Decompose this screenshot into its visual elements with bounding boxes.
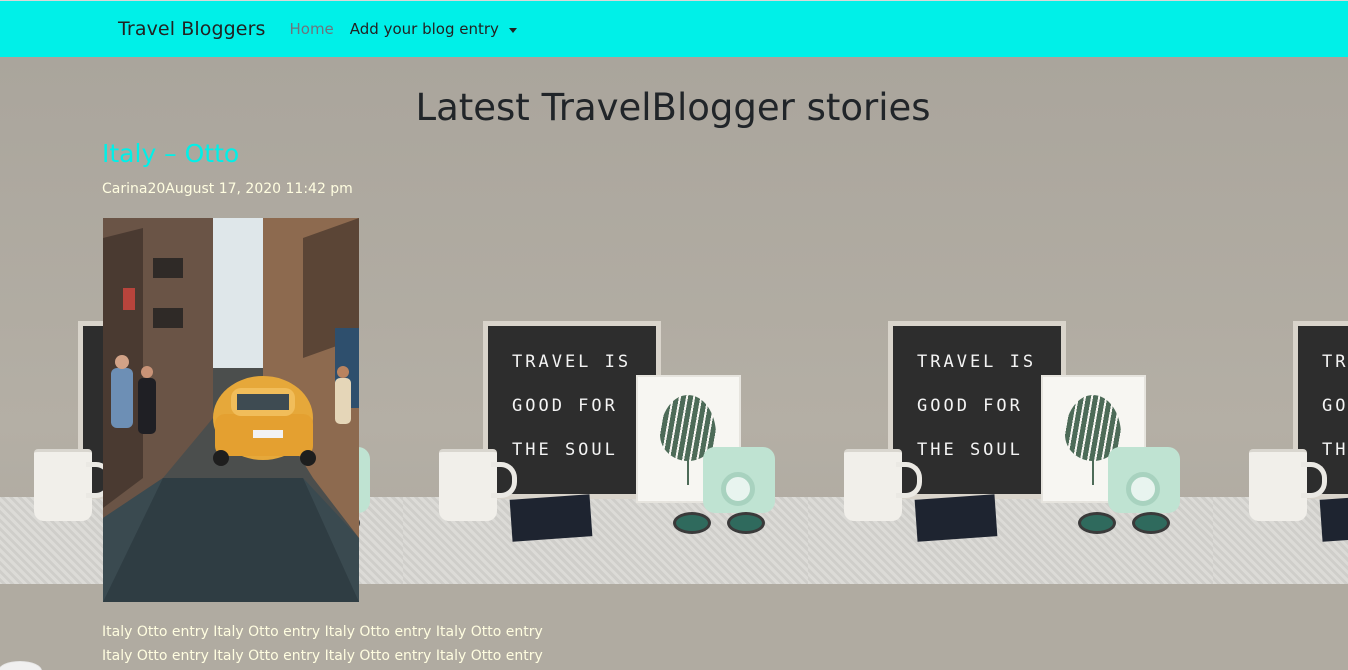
letter-board-line: GOOD FOR [1322,396,1348,416]
italy-street-photo [103,218,359,602]
sunglasses [1078,512,1174,534]
letter-board-line: TRAVEL IS [512,352,632,372]
floor [808,584,1213,670]
add-blog-entry-dropdown[interactable]: Add your blog entry [350,20,517,38]
post-body-line: Italy Otto entry Italy Otto entry Italy … [102,648,543,664]
caret-down-icon [508,27,517,33]
background-tile: TRAVEL IS GOOD FOR THE SOUL [1213,57,1348,670]
letter-board-line: THE SOUL [917,440,1023,460]
passport [509,494,593,542]
background-tile: TRAVEL IS GOOD FOR THE SOUL [808,57,1213,670]
letter-board-line: GOOD FOR [512,396,618,416]
page-title: Latest TravelBlogger stories [415,86,931,129]
top-navbar: Travel Bloggers Home Add your blog entry [0,0,1348,57]
passport [1319,494,1348,542]
camera-lens [1126,472,1160,506]
post-body: Italy Otto entry Italy Otto entry Italy … [102,620,562,668]
mug [1249,449,1307,521]
mug [844,449,902,521]
leaf-stem [1092,457,1094,485]
letter-board-line: THE SOUL [1322,440,1348,460]
background-tile: TRAVEL IS GOOD FOR THE SOUL [403,57,808,670]
letter-board-line: GOOD FOR [917,396,1023,416]
mug [34,449,92,521]
mug [439,449,497,521]
letter-board-line: TRAVEL IS [917,352,1037,372]
dropdown-label: Add your blog entry [349,20,499,38]
passport [914,494,998,542]
letter-board-line: TRAVEL IS [1322,352,1348,372]
navbar-brand[interactable]: Travel Bloggers [118,18,265,40]
post-body-line: Italy Otto entry Italy Otto entry Italy … [102,624,543,640]
floor [1213,584,1348,670]
post-image [103,218,359,602]
nav-link-home[interactable]: Home [289,20,333,38]
post-meta: Carina20August 17, 2020 11:42 pm [102,181,353,197]
letter-board-line: THE SOUL [512,440,618,460]
sunglasses [673,512,769,534]
leaf-stem [687,457,689,485]
post-title-link[interactable]: Italy – Otto [102,139,239,168]
camera-lens [721,472,755,506]
